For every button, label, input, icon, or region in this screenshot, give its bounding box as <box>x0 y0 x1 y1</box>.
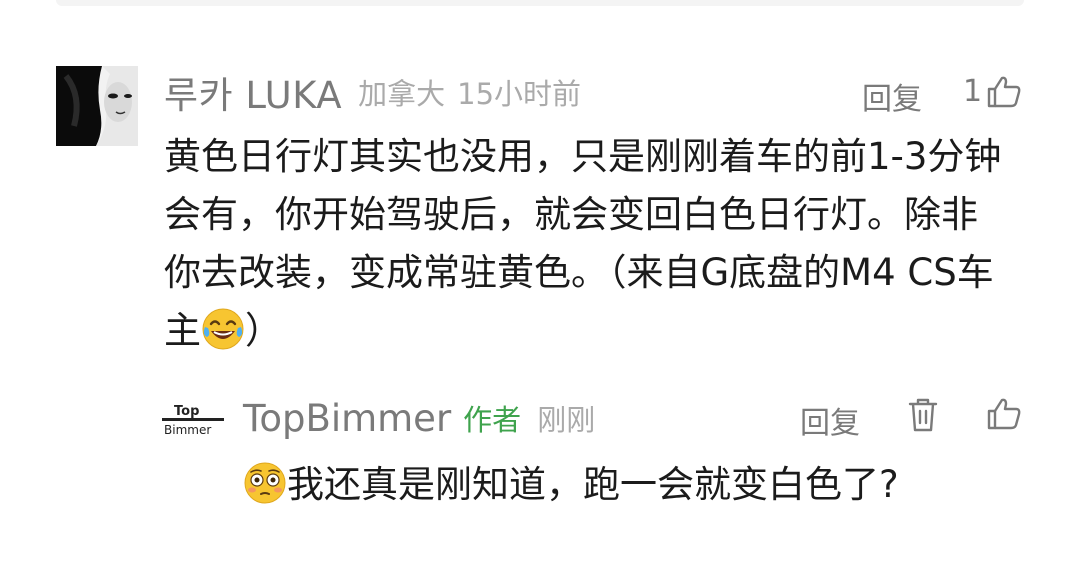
comment-text: 黄色日行灯其实也没用，只是刚刚着车的前1-3分钟会有，你开始驾驶后，就会变回白色… <box>164 128 1014 360</box>
reply-button[interactable]: 回复 <box>862 74 922 118</box>
comment-header: 루카 LUKA 加拿大 15小时前 <box>164 66 581 118</box>
reply-reply-button[interactable]: 回复 <box>800 398 860 442</box>
trash-icon[interactable] <box>906 396 940 434</box>
reply-timestamp: 刚刚 <box>537 403 596 437</box>
reply-username[interactable]: TopBimmer <box>243 397 451 440</box>
reply-header: TopBimmer 作者 刚刚 <box>243 392 595 444</box>
reply-avatar[interactable]: Top Bimmer <box>160 400 226 440</box>
reply-thumbs-up-icon[interactable] <box>986 396 1022 432</box>
flushed-face-emoji-icon <box>243 461 287 505</box>
laughing-tears-emoji-icon <box>201 307 245 351</box>
previous-card-edge <box>56 0 1024 6</box>
avatar[interactable] <box>56 66 138 146</box>
thumbs-up-icon[interactable] <box>986 74 1022 110</box>
username[interactable]: 루카 LUKA <box>164 65 342 119</box>
author-badge: 作者 <box>463 403 522 437</box>
avatar-text-bottom: Bimmer <box>164 423 211 437</box>
like-count: 1 <box>963 74 983 109</box>
timestamp: 15小时前 <box>457 77 582 111</box>
comment-text-main: 黄色日行灯其实也没用，只是刚刚着车的前1-3分钟会有，你开始驾驶后，就会变回白色… <box>164 135 1002 352</box>
avatar-image <box>56 66 138 146</box>
comment-text-end: ） <box>245 309 282 352</box>
location-label: 加拿大 <box>358 77 446 111</box>
avatar-text-top: Top <box>174 404 199 419</box>
reply-text: 我还真是刚知道，跑一会就变白色了? <box>243 456 1043 514</box>
reply-text-main: 我还真是刚知道，跑一会就变白色了? <box>287 463 899 506</box>
